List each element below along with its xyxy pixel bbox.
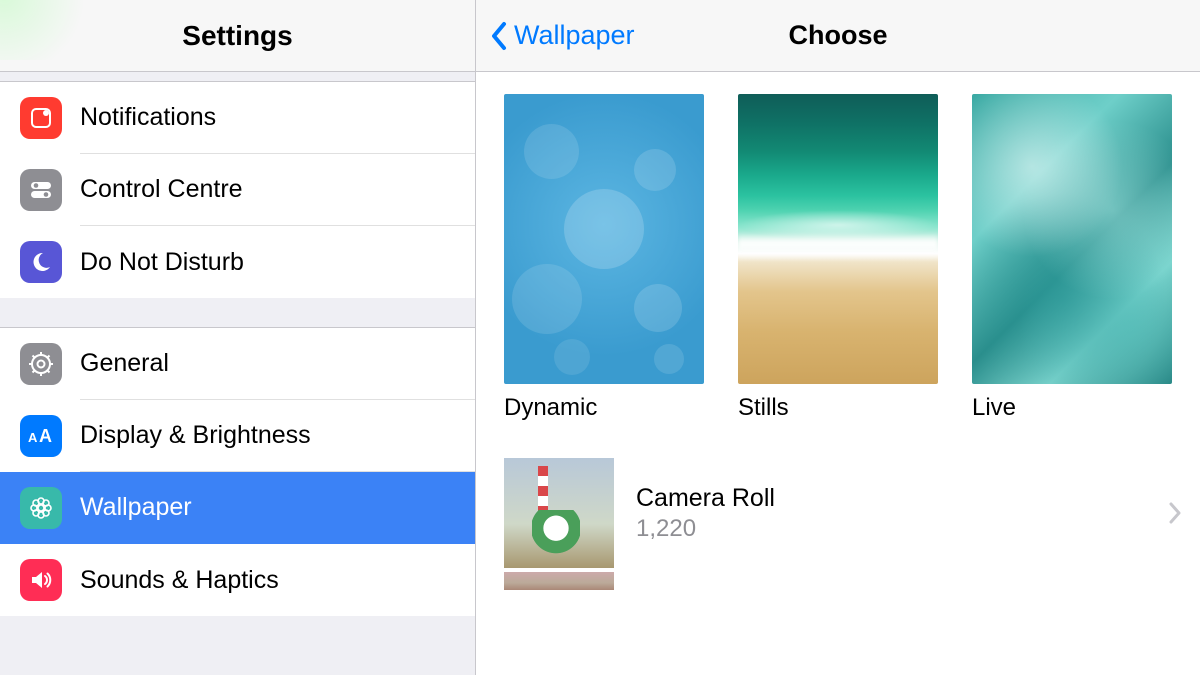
wallpaper-category-row: Dynamic Stills Live [504,94,1172,454]
switches-icon [20,169,62,211]
section-gap [0,72,475,82]
sidebar-item-label: General [80,349,169,378]
stills-thumb [738,94,938,384]
detail-header: Wallpaper Choose [476,0,1200,72]
category-label: Live [972,394,1172,422]
section-gap [0,298,475,328]
sidebar-header: Settings [0,0,475,72]
album-camera-roll[interactable]: Camera Roll 1,220 [476,454,1200,572]
sidebar-item-wallpaper[interactable]: Wallpaper [0,472,475,544]
decorative-glow [0,0,100,60]
settings-sidebar: Settings Notifications Control Centre Do… [0,0,476,675]
sidebar-item-control-centre[interactable]: Control Centre [0,154,475,226]
moon-icon [20,241,62,283]
chevron-right-icon [1168,501,1182,525]
album-thumb-partial [504,572,614,590]
back-button[interactable]: Wallpaper [476,20,635,51]
sidebar-item-do-not-disturb[interactable]: Do Not Disturb [0,226,475,298]
sidebar-item-label: Wallpaper [80,493,192,522]
wallpaper-category-stills[interactable]: Stills [738,94,938,454]
svg-text:A: A [28,430,38,445]
sidebar-item-label: Control Centre [80,175,243,204]
sidebar-item-general[interactable]: General [0,328,475,400]
gear-icon [20,343,62,385]
album-text: Camera Roll 1,220 [636,484,775,543]
text-size-icon: AA [20,415,62,457]
speaker-icon [20,559,62,601]
category-label: Dynamic [504,394,704,422]
svg-text:A: A [39,426,52,446]
sidebar-title: Settings [182,20,292,52]
flower-icon [20,487,62,529]
sidebar-item-label: Sounds & Haptics [80,566,279,595]
wallpaper-category-live[interactable]: Live [972,94,1172,454]
back-label: Wallpaper [514,20,635,51]
sidebar-item-notifications[interactable]: Notifications [0,82,475,154]
live-thumb [972,94,1172,384]
wallpaper-category-dynamic[interactable]: Dynamic [504,94,704,454]
notifications-icon [20,97,62,139]
sidebar-item-label: Display & Brightness [80,421,311,450]
sidebar-item-label: Do Not Disturb [80,248,244,277]
category-label: Stills [738,394,938,422]
album-name: Camera Roll [636,484,775,513]
wallpaper-choose-pane: Wallpaper Choose Dynamic [476,0,1200,675]
sidebar-item-display-brightness[interactable]: AA Display & Brightness [0,400,475,472]
album-count: 1,220 [636,515,775,543]
dynamic-thumb [504,94,704,384]
chevron-left-icon [490,21,508,51]
detail-body: Dynamic Stills Live Camera Roll [476,72,1200,590]
sidebar-item-label: Notifications [80,103,216,132]
album-thumb [504,458,614,568]
sidebar-item-sounds-haptics[interactable]: Sounds & Haptics [0,544,475,616]
